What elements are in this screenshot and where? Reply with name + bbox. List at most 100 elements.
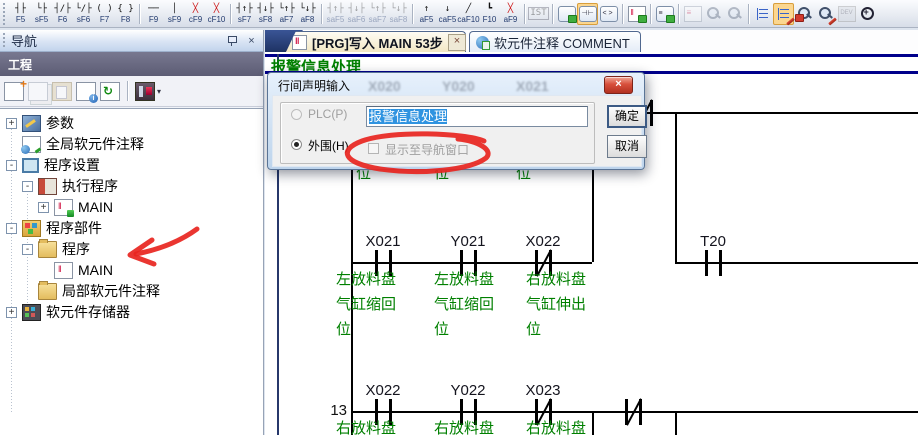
sidebar-item-程序[interactable]: -程序 xyxy=(22,239,90,259)
radio-plc[interactable] xyxy=(291,109,302,120)
toolbar-button-cf10[interactable]: ╳cF10 xyxy=(206,2,227,26)
comment-batch-edit-icon[interactable]: ≡ xyxy=(654,3,675,25)
toolbar-button-sf9[interactable]: │sF9 xyxy=(164,2,185,26)
toolbar-button-caf10[interactable]: ╱caF10 xyxy=(458,2,479,26)
new-data-icon[interactable] xyxy=(4,82,24,101)
sidebar-item-参数[interactable]: +参数 xyxy=(6,113,74,133)
refresh-icon[interactable] xyxy=(100,82,120,101)
tab-close-icon[interactable]: × xyxy=(448,34,466,51)
paste-icon[interactable] xyxy=(52,82,72,101)
statement-text-input[interactable]: 报警信息处理 xyxy=(366,106,588,127)
toolbar-key-label: F6 xyxy=(58,15,67,24)
toolbar-button-f8[interactable]: { }F8 xyxy=(115,2,136,26)
sidebar-item-局部软元件注释[interactable]: 局部软元件注释 xyxy=(22,281,160,301)
document-icon[interactable]: ≡ xyxy=(682,3,703,25)
toolbar-key-label: cF9 xyxy=(189,15,202,24)
toolbar-button-af7[interactable]: └↑├aF7 xyxy=(276,2,297,26)
sort-icon[interactable] xyxy=(135,82,155,101)
tree-expander-icon[interactable]: - xyxy=(6,160,17,171)
toolbar-symbol: ↓ xyxy=(445,4,450,15)
tab-device-comment-label: 软元件注释 COMMENT xyxy=(494,33,630,52)
toolbar-key-label: saF8 xyxy=(390,15,408,24)
toolbar-button-f6[interactable]: ┤/├F6 xyxy=(52,2,73,26)
tree-item-label: MAIN xyxy=(78,262,113,278)
tree-expander-icon[interactable]: - xyxy=(6,223,17,234)
tree-item-label: 软元件存储器 xyxy=(46,302,130,322)
toolbar-button-af5[interactable]: ↑aF5 xyxy=(416,2,437,26)
toolbar-button-f10[interactable]: ┗F10 xyxy=(479,2,500,26)
toolbar-button-sf8[interactable]: ┤↓├sF8 xyxy=(255,2,276,26)
tab-device-comment[interactable]: 软元件注释 COMMENT xyxy=(469,31,641,52)
toolbar-button-cf9[interactable]: ╳cF9 xyxy=(185,2,206,26)
tree-maindoc-icon xyxy=(54,262,73,279)
sidebar-item-程序部件[interactable]: -程序部件 xyxy=(6,218,102,238)
close-icon[interactable]: × xyxy=(243,33,260,48)
statement-batch-edit-icon[interactable]: ‖ xyxy=(626,3,647,25)
navigation-panel: 导航 × 工程 ▾ +参数全局软元件注释-程序设置-执行程序+MAIN-程序部件… xyxy=(0,30,264,435)
cancel-button[interactable]: 取消 xyxy=(607,135,647,158)
toolbar-separator xyxy=(748,4,749,24)
toolbar-button-af8[interactable]: └↓├aF8 xyxy=(297,2,318,26)
toolbar-symbol: { } xyxy=(117,4,133,15)
toolbar-button-caf5[interactable]: ↓caF5 xyxy=(437,2,458,26)
toolbar-key-label: saF7 xyxy=(369,15,387,24)
monitor-edit-icon[interactable] xyxy=(815,3,836,25)
edit-statement-icon[interactable]: ⊣⊢ xyxy=(577,3,598,25)
outline-display-icon[interactable] xyxy=(752,3,773,25)
sidebar-item-执行程序[interactable]: -执行程序 xyxy=(22,176,118,196)
document-tabbar: [PRG]写入 MAIN 53步 × 软元件注释 COMMENT xyxy=(265,30,918,52)
toolbar-symbol: ↑ xyxy=(424,4,429,15)
tree-exec-icon xyxy=(38,178,57,195)
dialog-close-icon[interactable]: × xyxy=(604,76,633,94)
copy-icon[interactable] xyxy=(28,82,48,101)
line-statement-dialog[interactable]: 行间声明输入 X020Y020X021 × PLC(P) 外围(H) 报警信息处… xyxy=(267,72,645,170)
toolbar-button-saf7[interactable]: └↑├saF7 xyxy=(367,2,388,26)
toolbar-button-f5[interactable]: ┤├F5 xyxy=(10,2,31,26)
toolbar-key-label: caF10 xyxy=(457,15,479,24)
tree-expander-icon[interactable]: - xyxy=(22,181,33,192)
toolbar-button-saf6[interactable]: ┤↓├saF6 xyxy=(346,2,367,26)
tree-item-label: MAIN xyxy=(78,199,113,215)
tree-expander-icon[interactable]: + xyxy=(6,118,17,129)
ok-button[interactable]: 确定 xyxy=(607,105,647,128)
device-find-monitor-icon[interactable] xyxy=(794,3,815,25)
toolbar-button-ist[interactable]: IST xyxy=(528,2,549,26)
tree-expander-icon[interactable]: + xyxy=(6,307,17,318)
ladder-doc-icon xyxy=(292,35,307,50)
toolbar-button-saf8[interactable]: └↓├saF8 xyxy=(388,2,409,26)
radio-peripheral-label: 外围(H) xyxy=(308,137,349,154)
toolbar-button-f7[interactable]: ( )F7 xyxy=(94,2,115,26)
sidebar-item-全局软元件注释[interactable]: 全局软元件注释 xyxy=(6,134,144,154)
toolbar-separator xyxy=(622,4,623,24)
toolbar-button-saf5[interactable]: ┤↑├saF5 xyxy=(325,2,346,26)
sidebar-item-MAIN[interactable]: MAIN xyxy=(38,260,113,280)
edit-device-comment-icon[interactable] xyxy=(556,3,577,25)
edit-note-icon[interactable]: < > xyxy=(598,3,619,25)
find-icon[interactable] xyxy=(703,3,724,25)
pin-icon[interactable] xyxy=(223,33,240,48)
outline-edit-icon[interactable] xyxy=(773,3,794,25)
toolbar-button-sf6[interactable]: └/├sF6 xyxy=(73,2,94,26)
find-next-icon[interactable] xyxy=(724,3,745,25)
tree-expander-icon[interactable]: - xyxy=(22,244,33,255)
tab-main-program[interactable]: [PRG]写入 MAIN 53步 xyxy=(286,31,466,52)
property-icon[interactable] xyxy=(76,82,96,101)
toolbar-button-sf7[interactable]: ┤↑├sF7 xyxy=(234,2,255,26)
zoom-icon[interactable] xyxy=(857,3,878,25)
sidebar-item-程序设置[interactable]: -程序设置 xyxy=(6,155,100,175)
sidebar-item-MAIN[interactable]: + MAIN xyxy=(38,197,113,217)
toolbar-button-sf5[interactable]: └├sF5 xyxy=(31,2,52,26)
toolbar-button-f9[interactable]: ──F9 xyxy=(143,2,164,26)
sidebar-item-软元件存储器[interactable]: + 软元件存储器 xyxy=(6,302,130,322)
device-display-icon[interactable]: DEV xyxy=(836,3,857,25)
toolbar-separator xyxy=(524,4,525,24)
panel-grip[interactable] xyxy=(2,33,7,48)
show-in-navigation-checkbox[interactable] xyxy=(368,143,379,154)
toolbar-grip[interactable] xyxy=(2,3,7,25)
toolbar-symbol: │ xyxy=(172,4,177,15)
sort-dropdown-arrow[interactable]: ▾ xyxy=(157,87,161,96)
tree-expander-icon[interactable]: + xyxy=(38,202,49,213)
toolbar-button-af9[interactable]: ╳aF9 xyxy=(500,2,521,26)
toolbar-symbol: ┤↓├ xyxy=(257,4,273,15)
radio-peripheral[interactable] xyxy=(291,139,302,150)
